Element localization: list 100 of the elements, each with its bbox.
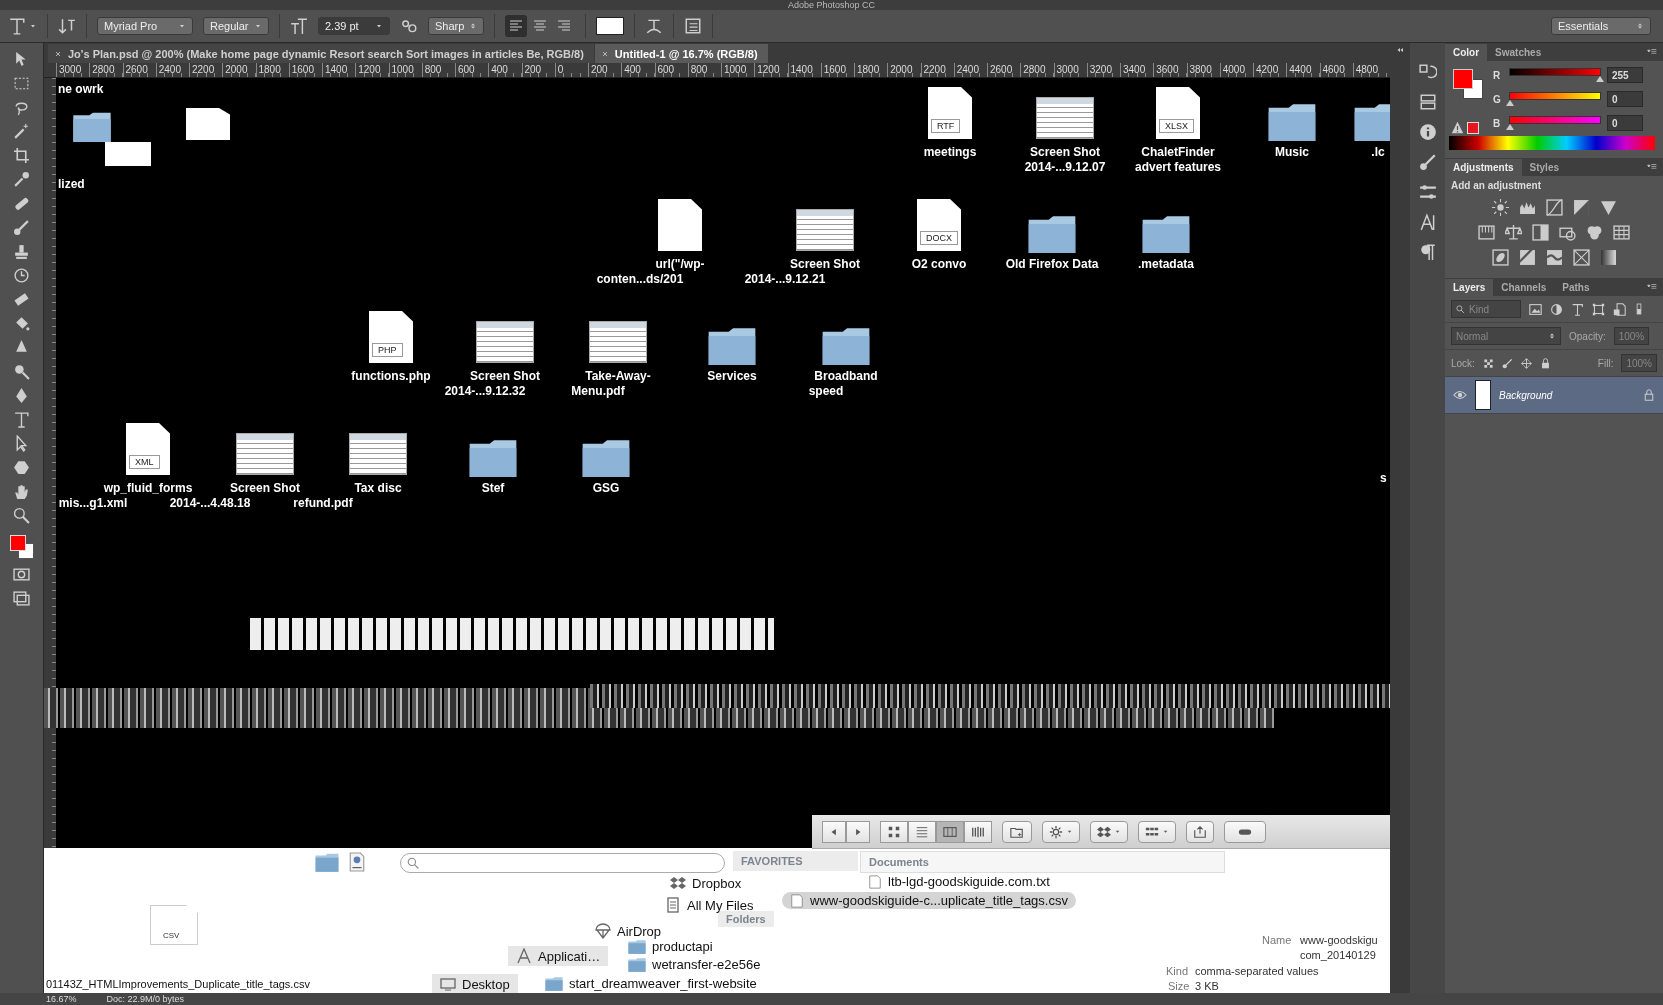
three-circles-icon[interactable]: [1586, 224, 1603, 241]
collapse-arrows-icon[interactable]: [1395, 47, 1405, 55]
file-label[interactable]: Services: [707, 369, 757, 384]
smart-object-filter-icon[interactable]: [1613, 302, 1626, 316]
action-button[interactable]: [1042, 820, 1080, 843]
sidebar-item[interactable]: All My Files: [665, 897, 754, 913]
file-label[interactable]: Screen Shot: [470, 369, 540, 384]
file-label[interactable]: wp_fluid_forms: [103, 481, 193, 496]
tag-button[interactable]: [1224, 820, 1266, 843]
view-mode-button[interactable]: [936, 820, 964, 843]
color-spectrum[interactable]: [1449, 136, 1655, 150]
folder-row[interactable]: start_dreamweaver_first-website: [545, 976, 757, 991]
slider-thumb[interactable]: [1506, 124, 1514, 130]
stamp-icon[interactable]: [13, 243, 30, 260]
channel-value-field[interactable]: 0: [1607, 91, 1643, 107]
file-label[interactable]: .metadata: [1138, 257, 1194, 272]
layer-comps-icon[interactable]: [1418, 93, 1437, 111]
move-arrows-icon[interactable]: [1520, 357, 1532, 369]
slider-thumb[interactable]: [1506, 100, 1514, 106]
panel-menu-icon[interactable]: [1645, 47, 1659, 57]
panel-menu-icon[interactable]: [1645, 162, 1659, 172]
lock-icon[interactable]: [1643, 389, 1655, 401]
eyedropper-icon[interactable]: [13, 171, 30, 188]
balance-scale-icon[interactable]: [1505, 224, 1522, 241]
shape-filter-icon[interactable]: [1592, 302, 1605, 316]
new-folder-button[interactable]: [1002, 820, 1032, 843]
panel-tab[interactable]: Layers: [1445, 279, 1494, 296]
text-color-swatch[interactable]: [596, 17, 624, 35]
checkerboard-icon[interactable]: [1482, 357, 1494, 369]
search-field[interactable]: [400, 853, 725, 873]
pen-icon[interactable]: [13, 387, 30, 404]
panel-tab[interactable]: Paths: [1554, 279, 1598, 296]
file-label[interactable]: advert features: [1135, 160, 1221, 175]
channel-slider[interactable]: [1509, 92, 1601, 106]
channel-slider[interactable]: [1509, 116, 1601, 130]
file-label[interactable]: speed: [808, 384, 844, 399]
paragraph-icon[interactable]: [1418, 243, 1437, 261]
panel-tab[interactable]: Channels: [1493, 279, 1555, 296]
file-label[interactable]: meetings: [923, 145, 977, 160]
marquee-icon[interactable]: [13, 75, 30, 92]
align-button[interactable]: [505, 15, 527, 37]
file-label[interactable]: Broadband: [814, 369, 878, 384]
file-label[interactable]: refund.pdf: [293, 496, 353, 511]
font-size-field[interactable]: 2.39 pt: [318, 17, 390, 35]
history-brush-icon[interactable]: [13, 267, 30, 284]
image-filter-icon[interactable]: [1529, 302, 1542, 316]
file-label[interactable]: mis...g1.xml: [58, 496, 128, 511]
view-mode-button[interactable]: [880, 820, 908, 843]
panel-tab[interactable]: Swatches: [1487, 44, 1550, 61]
crop-icon[interactable]: [13, 147, 30, 164]
file-label[interactable]: Tax disc: [354, 481, 402, 496]
document-tab[interactable]: Untitled-1 @ 16.7% (RGB/8): [594, 44, 768, 63]
folder-row[interactable]: productapi: [628, 939, 713, 954]
forward-button[interactable]: [846, 820, 870, 843]
sidebar-item[interactable]: Desktop: [432, 974, 518, 993]
type-tool-icon[interactable]: [8, 17, 26, 35]
document-tab[interactable]: Jo's Plan.psd @ 200% (Make home page dynamic Resort search Sort images in articles Be, RGB/8): [48, 44, 594, 63]
file-label[interactable]: url("/wp-: [655, 257, 705, 272]
file-label[interactable]: functions.php: [351, 369, 431, 384]
file-label[interactable]: Menu.pdf: [571, 384, 625, 399]
quick-mask-icon[interactable]: [13, 566, 30, 583]
character-icon[interactable]: [1418, 213, 1437, 231]
sidebar-item[interactable]: Dropbox: [670, 875, 742, 891]
caret-icon[interactable]: [29, 22, 37, 30]
view-mode-button[interactable]: [908, 820, 936, 843]
view-mode-button[interactable]: [964, 820, 992, 843]
sidebar-item[interactable]: AirDrop: [595, 923, 662, 939]
file-label[interactable]: Take-Away-: [585, 369, 651, 384]
curves-icon[interactable]: [1545, 199, 1563, 216]
posterize-icon[interactable]: [1518, 249, 1536, 266]
panel-tab[interactable]: Adjustments: [1445, 159, 1522, 176]
workspace-dropdown[interactable]: Essentials: [1551, 17, 1651, 35]
file-label[interactable]: 2014-...4.48.18: [169, 496, 251, 511]
grid-icon[interactable]: [1613, 224, 1630, 241]
panel-menu-icon[interactable]: [1645, 282, 1659, 292]
magic-wand-icon[interactable]: [13, 123, 30, 140]
brush-icon[interactable]: [1501, 357, 1513, 369]
file-row[interactable]: www-goodskiguide-c...uplicate_title_tags.csv: [782, 892, 1076, 909]
levels-icon[interactable]: [1518, 199, 1536, 216]
brush-icon[interactable]: [1418, 153, 1437, 171]
file-label[interactable]: .lc: [1371, 145, 1385, 160]
color-swatches[interactable]: [1451, 67, 1485, 101]
hexagon-icon[interactable]: [13, 459, 30, 476]
type-tool-icon[interactable]: [13, 411, 30, 428]
back-button[interactable]: [822, 820, 846, 843]
file-label[interactable]: ChaletFinder: [1141, 145, 1215, 160]
gamut-color-swatch[interactable]: [1467, 121, 1479, 134]
lock-icon[interactable]: [1539, 357, 1551, 369]
file-label[interactable]: 2014-...9.12.21: [744, 272, 826, 287]
panels-icon[interactable]: [684, 17, 702, 35]
dodge-icon[interactable]: [13, 363, 30, 380]
layer-row[interactable]: Background: [1445, 377, 1663, 414]
channel-value-field[interactable]: 0: [1607, 115, 1643, 131]
screen-mode-icon[interactable]: [13, 590, 30, 607]
channel-slider[interactable]: [1509, 68, 1601, 82]
gradient-triangle-icon[interactable]: [1599, 199, 1617, 216]
close-icon[interactable]: [54, 49, 62, 58]
type-filter-icon[interactable]: [1571, 302, 1584, 316]
file-label[interactable]: Screen Shot: [790, 257, 860, 272]
share-button[interactable]: [1186, 820, 1214, 843]
